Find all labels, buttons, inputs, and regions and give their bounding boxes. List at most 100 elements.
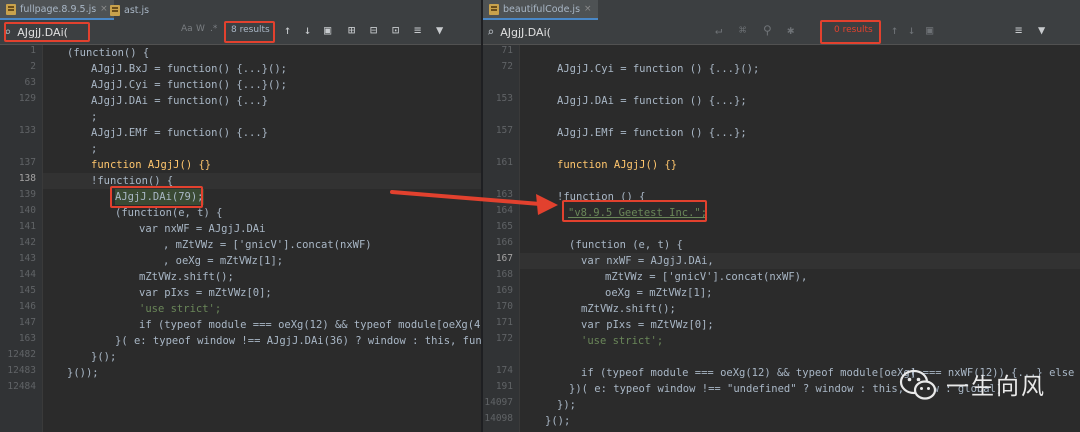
js-file-icon xyxy=(489,3,499,15)
line-number: 143 xyxy=(18,253,36,264)
toggle-options-icon[interactable]: ≡ xyxy=(414,23,421,37)
tab-fullpage[interactable]: fullpage.8.9.5.js × xyxy=(0,0,114,20)
code-line: ; xyxy=(91,143,98,155)
add-selection-icon[interactable]: ⊞ xyxy=(348,23,355,37)
filter-icon[interactable]: ▼ xyxy=(436,23,443,37)
code-line: AJgjJ.BxJ = function() {...}(); xyxy=(91,63,287,75)
line-number: 140 xyxy=(18,205,36,216)
code-line: , mZtVWz = ['gnicV'].concat(nxWF) xyxy=(163,239,372,251)
search-icon: ⌕ xyxy=(487,25,495,39)
line-number: 129 xyxy=(18,93,36,104)
arrow-down-icon[interactable]: ↓ xyxy=(304,23,311,37)
line-number: 141 xyxy=(18,221,36,232)
code-line: var pIxs = mZtVWz[0]; xyxy=(139,287,272,299)
code-line: }()); xyxy=(67,367,99,379)
select-all-icon[interactable]: ▣ xyxy=(926,23,933,37)
arrow-up-icon[interactable]: ↑ xyxy=(891,23,898,37)
history-icon[interactable]: ⌘ xyxy=(739,23,746,37)
code-line: var pIxs = mZtVWz[0]; xyxy=(581,319,714,331)
highlight-box xyxy=(820,20,881,44)
tab-ast[interactable]: ast.js xyxy=(104,0,155,20)
code-line: mZtVWz.shift(); xyxy=(581,303,676,315)
line-number: 63 xyxy=(24,77,36,88)
line-number: 174 xyxy=(495,365,513,376)
code-line: var nxWF = AJgjJ.DAi, xyxy=(581,255,714,267)
code-line: oeXg = mZtVWz[1]; xyxy=(605,287,713,299)
left-search-bar: ⌕ AJgjJ.DAi( Aa W .* 8 results ↑ ↓ ▣ ⊞ ⊟… xyxy=(0,20,481,45)
highlight-box xyxy=(224,21,275,43)
js-file-icon xyxy=(6,3,16,15)
line-number: 168 xyxy=(495,269,513,280)
whole-word-toggle[interactable]: W xyxy=(196,24,205,34)
line-number: 14097 xyxy=(484,397,513,408)
select-all-icon[interactable]: ▣ xyxy=(324,23,331,37)
code-area[interactable]: (function() { AJgjJ.BxJ = function() {..… xyxy=(43,45,481,432)
line-number: 137 xyxy=(18,157,36,168)
code-line: if (typeof module === oeXg(12) && typeof… xyxy=(581,367,917,379)
code-line: ; xyxy=(91,111,98,123)
line-number: 142 xyxy=(18,237,36,248)
line-number: 163 xyxy=(18,333,36,344)
match-case-toggle[interactable]: ⚲ xyxy=(763,23,772,37)
tab-label: ast.js xyxy=(124,4,150,16)
code-line: AJgjJ.Cyi = function() {...}(); xyxy=(91,79,287,91)
search-input[interactable]: ⌕ AJgjJ.DAi( xyxy=(487,23,551,41)
filter-icon[interactable]: ▼ xyxy=(1038,23,1045,37)
line-number: 165 xyxy=(495,221,513,232)
tab-beautifulcode[interactable]: beautifulCode.js × xyxy=(483,0,598,20)
code-line: }(); xyxy=(91,351,117,363)
line-number: 170 xyxy=(495,301,513,312)
line-number: 1 xyxy=(30,45,36,56)
line-number-gutter: 71 72 153 157 161 163 164 165 166 167 16… xyxy=(483,45,520,432)
search-query: AJgjJ.DAi( xyxy=(500,25,551,39)
line-number: 72 xyxy=(501,61,513,72)
watermark: 一生向风 xyxy=(898,364,1046,404)
highlight-box xyxy=(562,200,707,222)
code-line: AJgjJ.EMf = function () {...}; xyxy=(557,127,747,139)
line-number: 2 xyxy=(30,61,36,72)
line-number: 12484 xyxy=(7,381,36,392)
code-line: var nxWF = AJgjJ.DAi xyxy=(139,223,266,235)
line-number: 12483 xyxy=(7,365,36,376)
left-tab-bar: fullpage.8.9.5.js × ast.js xyxy=(0,0,481,21)
line-number: 169 xyxy=(495,285,513,296)
watermark-text: 一生向风 xyxy=(946,374,1046,400)
right-search-bar: ⌕ AJgjJ.DAi( ↵ ⌘ ⚲ ✱ 0 results ↑ ↓ ▣ ≡ ▼ xyxy=(483,20,1080,45)
line-number: 166 xyxy=(495,237,513,248)
code-line: function AJgjJ() {} xyxy=(557,159,678,171)
regex-toggle[interactable]: ✱ xyxy=(787,23,794,37)
regex-toggle[interactable]: .* xyxy=(210,24,217,34)
arrow-down-icon[interactable]: ↓ xyxy=(908,23,915,37)
code-line: AJgjJ.EMf = function() {...} xyxy=(91,127,269,139)
remove-selection-icon[interactable]: ⊟ xyxy=(370,23,377,37)
toggle-options-icon[interactable]: ≡ xyxy=(1015,23,1022,37)
code-line: AJgjJ.DAi = function () {...}; xyxy=(557,95,747,107)
code-line: })( e: typeof window !== "undefined" ? w… xyxy=(569,383,905,395)
code-line: (function() { xyxy=(67,47,150,59)
line-number-gutter: 1 2 63 129 133 137 138 139 140 141 142 1… xyxy=(0,45,43,432)
line-number: 167 xyxy=(495,253,513,264)
tab-label: beautifulCode.js xyxy=(503,3,581,15)
line-number: 147 xyxy=(18,317,36,328)
select-occurrences-icon[interactable]: ⊡ xyxy=(392,23,399,37)
code-line: function AJgjJ() {} xyxy=(91,159,212,171)
left-editor-pane: fullpage.8.9.5.js × ast.js ⌕ AJgjJ.DAi( … xyxy=(0,0,481,432)
replace-toggle-icon[interactable]: ↵ xyxy=(715,23,722,37)
close-icon[interactable]: × xyxy=(584,4,592,14)
line-number: 146 xyxy=(18,301,36,312)
highlight-box xyxy=(4,22,90,42)
tab-label: fullpage.8.9.5.js xyxy=(20,3,97,15)
line-number: 145 xyxy=(18,285,36,296)
code-line: 'use strict'; xyxy=(581,335,664,347)
wechat-logo-icon xyxy=(899,369,937,400)
line-number: 71 xyxy=(501,45,513,56)
match-case-toggle[interactable]: Aa xyxy=(181,24,193,34)
right-tab-bar: beautifulCode.js × xyxy=(483,0,1080,21)
line-number: 157 xyxy=(495,125,513,136)
code-line: mZtVWz.shift(); xyxy=(139,271,234,283)
line-number: 153 xyxy=(495,93,513,104)
line-number: 139 xyxy=(18,189,36,200)
code-line: if (typeof module === oeXg(12) && typeof… xyxy=(139,319,481,331)
line-number: 171 xyxy=(495,317,513,328)
arrow-up-icon[interactable]: ↑ xyxy=(284,23,291,37)
